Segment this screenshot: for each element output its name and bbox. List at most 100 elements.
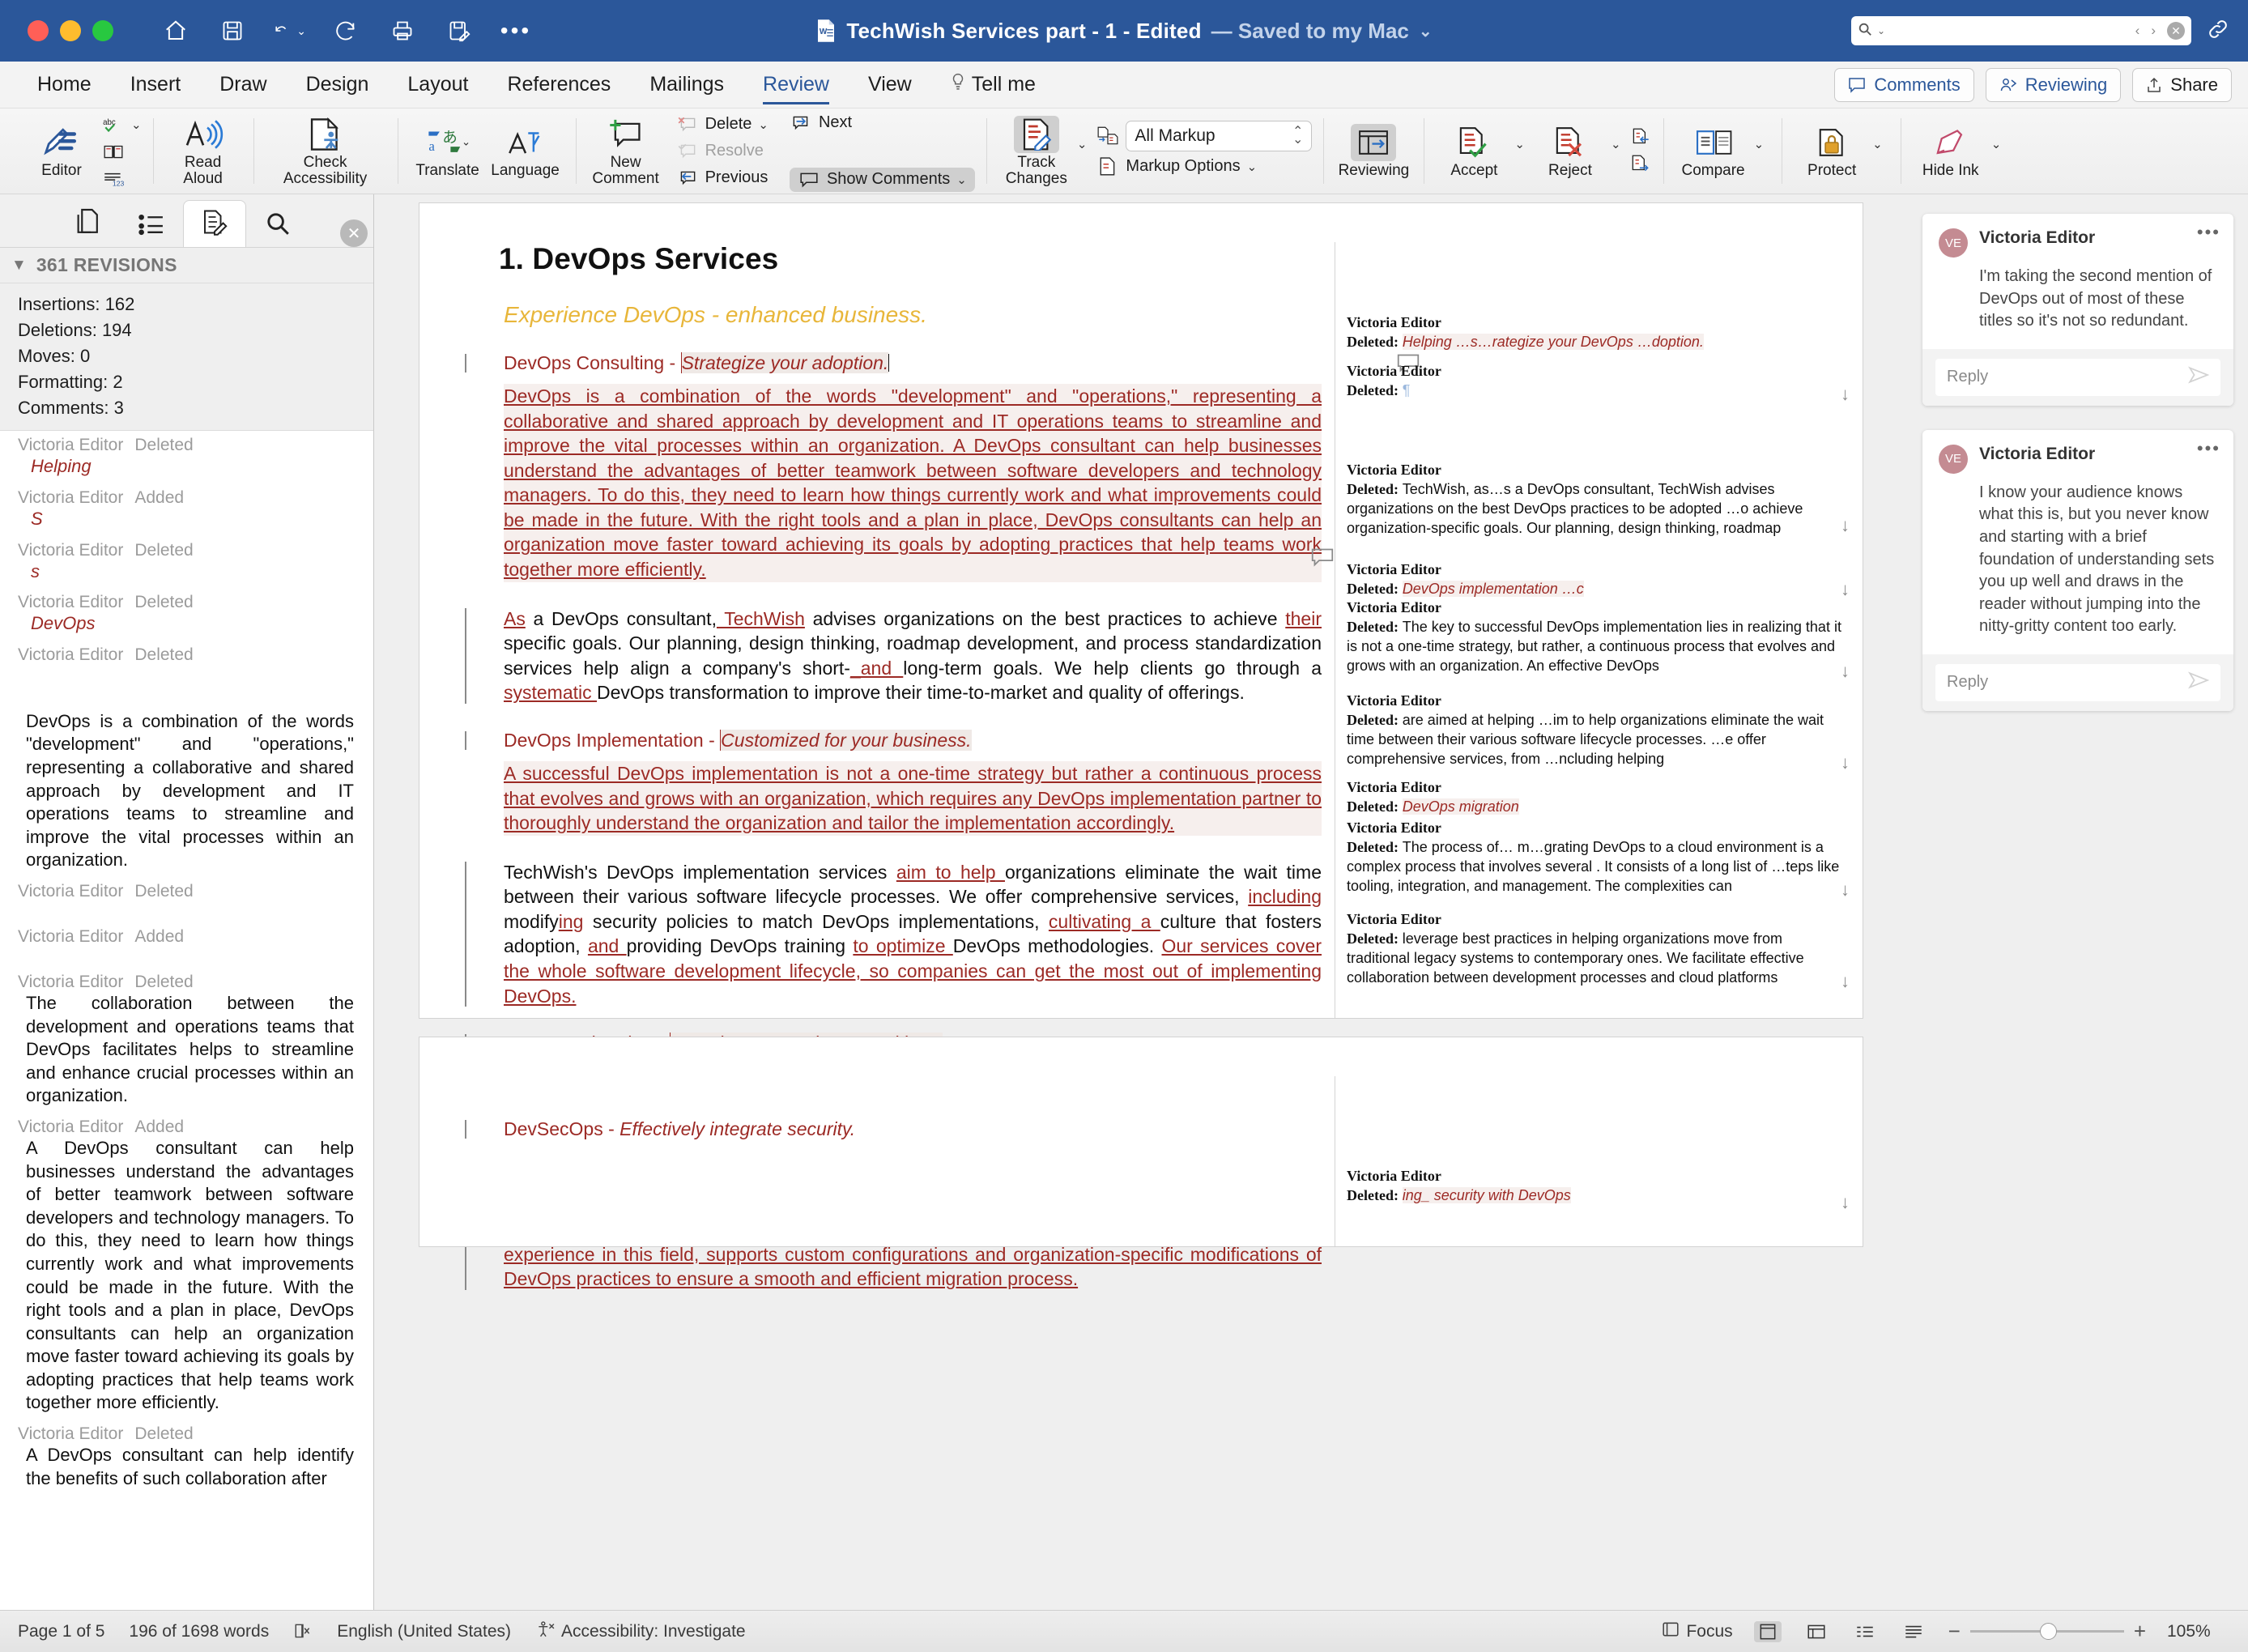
zoom-track[interactable]: [1969, 1623, 2124, 1640]
focus-button[interactable]: Focus: [1662, 1621, 1733, 1642]
reject-chevron-icon[interactable]: ⌄: [1611, 137, 1621, 151]
page-indicator[interactable]: Page 1 of 5: [18, 1622, 104, 1641]
revision-item[interactable]: Victoria Editor Deleted: [0, 877, 373, 922]
zoom-in-button[interactable]: +: [2134, 1619, 2146, 1644]
close-window-button[interactable]: [28, 20, 49, 41]
revision-item[interactable]: Victoria Editor Deleted DevOps: [0, 588, 373, 641]
balloon-overflow-arrow-icon[interactable]: ↓: [1841, 969, 1850, 993]
markup-balloon[interactable]: Victoria Editor Deleted: ing_ security w…: [1347, 1167, 1850, 1212]
pane-tab-styles[interactable]: [120, 200, 183, 247]
resolve-comment-button[interactable]: Resolve: [676, 139, 768, 164]
revision-item[interactable]: Victoria Editor Added S: [0, 483, 373, 536]
zoom-slider[interactable]: − +: [1948, 1619, 2146, 1644]
hide-ink-button[interactable]: Hide Ink: [1912, 124, 1990, 179]
markup-display-stepper-icon[interactable]: ⌃ ⌄: [1292, 125, 1303, 146]
track-changes-button[interactable]: Track Changes: [998, 115, 1075, 187]
page-text-column[interactable]: 1. DevOps Services Experience DevOps - e…: [419, 242, 1420, 1290]
title-chevron-icon[interactable]: ⌄: [1419, 21, 1433, 41]
home-icon[interactable]: [159, 14, 193, 48]
share-link-icon[interactable]: [2206, 17, 2230, 45]
markup-balloon[interactable]: Victoria Editor Deleted: are aimed at he…: [1347, 692, 1850, 773]
minimize-window-button[interactable]: [60, 20, 81, 41]
quick-print-icon[interactable]: [442, 14, 476, 48]
previous-change-button[interactable]: [1629, 126, 1652, 150]
tab-draw[interactable]: Draw: [200, 62, 286, 108]
tab-review[interactable]: Review: [743, 62, 849, 108]
zoom-out-button[interactable]: −: [1948, 1619, 1961, 1644]
web-layout-view-icon[interactable]: [1803, 1621, 1830, 1642]
reject-button[interactable]: Reject: [1531, 124, 1609, 179]
new-comment-button[interactable]: New Comment: [587, 116, 665, 187]
proofing-errors-icon[interactable]: [293, 1623, 313, 1641]
search-prev-icon[interactable]: ‹: [2135, 23, 2140, 39]
send-icon[interactable]: [2188, 671, 2210, 694]
read-aloud-button[interactable]: Read Aloud: [164, 116, 242, 187]
tab-mailings[interactable]: Mailings: [630, 62, 743, 108]
language-button[interactable]: Language: [487, 124, 564, 179]
translate-button[interactable]: aあ⌄ Translate: [409, 124, 487, 179]
search-next-icon[interactable]: ›: [2151, 23, 2156, 39]
delete-comment-button[interactable]: Delete ⌄: [676, 113, 768, 137]
tab-home[interactable]: Home: [18, 62, 111, 108]
window-controls[interactable]: [28, 20, 113, 41]
spelling-grammar-button[interactable]: abc ⌄: [102, 113, 142, 137]
comment-anchor-icon[interactable]: [1310, 547, 1335, 568]
markup-display-select[interactable]: All Markup ⌃ ⌄: [1126, 120, 1313, 151]
revision-item[interactable]: Victoria Editor Deleted A DevOps consulta…: [0, 1420, 373, 1495]
comment-card[interactable]: ••• VE Victoria Editor I'm taking the se…: [1922, 214, 2233, 406]
balloon-overflow-arrow-icon[interactable]: ↓: [1841, 577, 1850, 601]
tab-view[interactable]: View: [849, 62, 931, 108]
send-icon[interactable]: [2188, 366, 2210, 389]
balloon-overflow-arrow-icon[interactable]: ↓: [1841, 878, 1850, 901]
print-layout-view-icon[interactable]: [1753, 1620, 1782, 1642]
tab-layout[interactable]: Layout: [388, 62, 487, 108]
revision-item[interactable]: Victoria Editor Deleted The collaboration…: [0, 968, 373, 1113]
markup-display-row[interactable]: All Markup ⌃ ⌄: [1096, 120, 1313, 151]
word-count-indicator[interactable]: 196 of 1698 words: [129, 1622, 269, 1641]
balloon-overflow-arrow-icon[interactable]: ↓: [1841, 659, 1850, 683]
compare-button[interactable]: Compare: [1675, 124, 1752, 179]
revision-item[interactable]: Victoria Editor Deleted Helping: [0, 431, 373, 483]
markup-balloon[interactable]: Victoria Editor Deleted: ¶ ↓: [1347, 362, 1850, 404]
reviewing-pane-button[interactable]: Reviewing: [1335, 123, 1412, 179]
protect-button[interactable]: Protect: [1793, 124, 1871, 179]
document-page-1[interactable]: 1. DevOps Services Experience DevOps - e…: [419, 202, 1863, 1290]
markup-balloon[interactable]: Victoria Editor Deleted: Helping …s…rate…: [1347, 313, 1845, 352]
print-icon[interactable]: [385, 14, 419, 48]
markup-options-chevron-icon[interactable]: ⌄: [1247, 160, 1258, 174]
document-page-2[interactable]: DevSecOps - Effectively integrate securi…: [419, 1037, 1863, 1247]
pane-tab-clipboard[interactable]: [57, 200, 120, 247]
markup-balloon[interactable]: Victoria Editor Deleted: DevOps implemen…: [1347, 560, 1850, 599]
outline-view-icon[interactable]: [1851, 1621, 1879, 1642]
thesaurus-button[interactable]: [102, 139, 142, 164]
check-accessibility-button[interactable]: Check Accessibility: [265, 116, 386, 187]
zoom-level[interactable]: 105%: [2167, 1622, 2230, 1641]
show-comments-chevron-icon[interactable]: ⌄: [956, 172, 967, 187]
reply-input[interactable]: Reply: [1935, 358, 2220, 396]
search-nav[interactable]: ‹ › ✕: [2135, 22, 2185, 40]
comments-button[interactable]: Comments: [1834, 67, 1974, 102]
markup-balloon[interactable]: Victoria Editor Deleted: DevOps migratio…: [1347, 778, 1845, 817]
revisions-header[interactable]: ▼ 361 REVISIONS: [0, 248, 373, 283]
search-scope-chevron-icon[interactable]: ⌄: [1877, 25, 1885, 36]
balloon-overflow-arrow-icon[interactable]: ↓: [1841, 382, 1850, 406]
show-comments-button[interactable]: Show Comments ⌄: [789, 167, 975, 192]
maximize-window-button[interactable]: [92, 20, 113, 41]
pane-tab-search[interactable]: [246, 200, 309, 247]
accept-chevron-icon[interactable]: ⌄: [1514, 137, 1525, 151]
markup-balloon[interactable]: Victoria Editor Deleted: leverage best p…: [1347, 910, 1850, 991]
editor-button[interactable]: Editor: [23, 124, 100, 179]
markup-balloon[interactable]: Victoria Editor Deleted: The process of……: [1347, 819, 1850, 900]
more-commands-icon[interactable]: •••: [499, 14, 533, 48]
revision-item[interactable]: Victoria Editor Deleted: [0, 641, 373, 686]
accept-button[interactable]: Accept: [1435, 124, 1513, 179]
more-icon[interactable]: •••: [2197, 438, 2220, 459]
accessibility-indicator[interactable]: Accessibility: Investigate: [535, 1620, 746, 1643]
share-button[interactable]: Share: [2132, 67, 2232, 102]
tab-references[interactable]: References: [487, 62, 630, 108]
balloon-overflow-arrow-icon[interactable]: ↓: [1841, 513, 1850, 537]
pane-tab-revisions[interactable]: [183, 200, 246, 247]
search-input[interactable]: ⌄ ‹ › ✕: [1851, 16, 2191, 45]
comment-card[interactable]: ••• VE Victoria Editor I know your audie…: [1922, 429, 2233, 711]
close-pane-icon[interactable]: ✕: [340, 219, 368, 247]
